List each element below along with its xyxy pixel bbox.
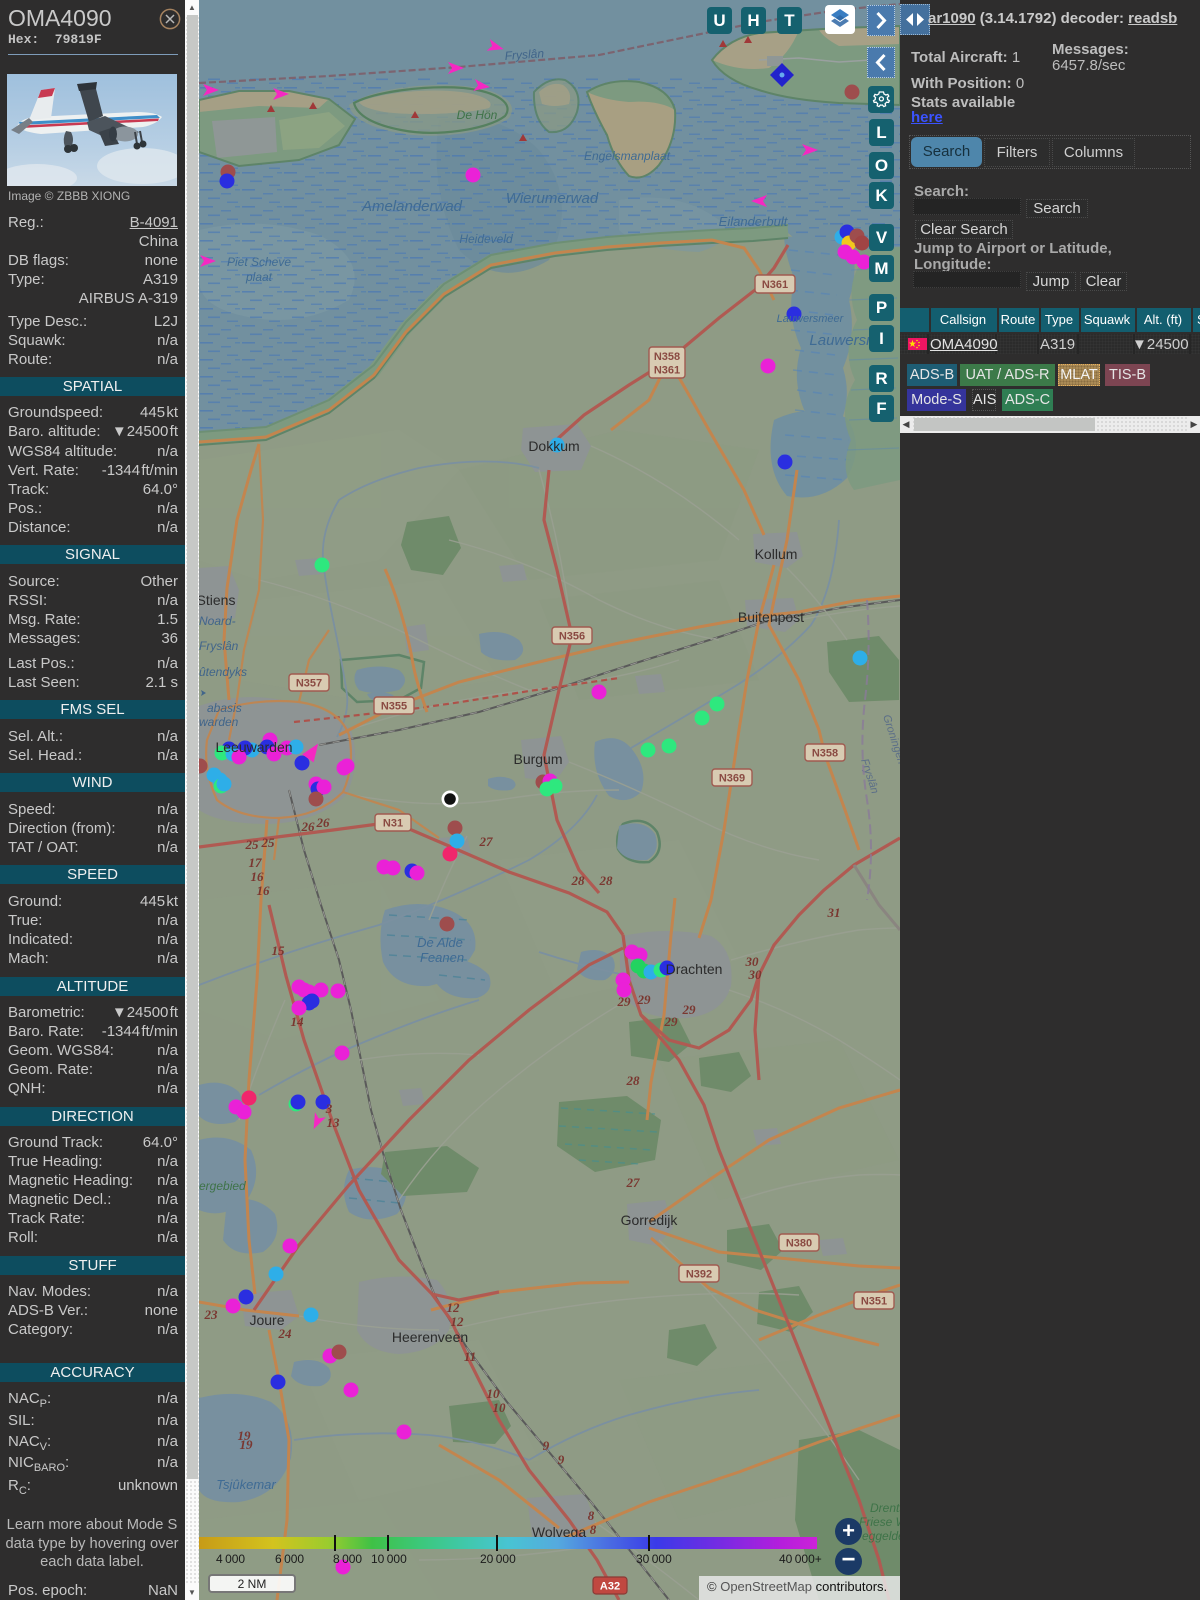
- svg-text:N358: N358: [812, 748, 838, 760]
- svg-text:Wierumerwad: Wierumerwad: [506, 190, 599, 207]
- svg-text:Buitenpost: Buitenpost: [738, 609, 804, 625]
- svg-text:plaat: plaat: [245, 270, 273, 284]
- svg-text:27: 27: [479, 834, 494, 849]
- svg-text:8: 8: [590, 1522, 597, 1537]
- svg-text:ûtendyks: ûtendyks: [199, 665, 247, 679]
- svg-text:16: 16: [251, 869, 265, 884]
- svg-text:12: 12: [447, 1300, 461, 1315]
- svg-text:Friese W: Friese W: [859, 1515, 900, 1529]
- svg-text:N357: N357: [296, 678, 322, 690]
- svg-text:warden: warden: [199, 715, 239, 729]
- svg-text:Engelsmanplaat: Engelsmanplaat: [584, 149, 671, 163]
- svg-text:28: 28: [599, 873, 614, 888]
- svg-text:Gorredijk: Gorredijk: [621, 1212, 679, 1228]
- svg-text:28: 28: [626, 1073, 641, 1088]
- svg-text:8: 8: [588, 1508, 595, 1523]
- svg-text:Lauwersmeer: Lauwersmeer: [777, 313, 845, 325]
- svg-text:Heideveld: Heideveld: [459, 232, 513, 246]
- svg-text:16: 16: [257, 883, 271, 898]
- svg-text:10: 10: [493, 1400, 507, 1415]
- svg-text:31: 31: [827, 905, 841, 920]
- svg-text:N361: N361: [762, 279, 788, 291]
- svg-text:Stiens: Stiens: [199, 592, 235, 608]
- svg-text:Drachten: Drachten: [666, 961, 723, 977]
- svg-text:Piet Scheve: Piet Scheve: [227, 255, 291, 269]
- svg-text:A32: A32: [600, 1581, 620, 1593]
- svg-text:Amelanderwad: Amelanderwad: [361, 198, 463, 215]
- svg-text:N380: N380: [786, 1238, 812, 1250]
- svg-text:Leeuwarden: Leeuwarden: [215, 739, 292, 755]
- svg-text:Burgum: Burgum: [513, 751, 562, 767]
- svg-text:29: 29: [637, 992, 652, 1007]
- svg-text:9: 9: [558, 1452, 565, 1467]
- svg-text:Kollum: Kollum: [755, 546, 798, 562]
- svg-text:11: 11: [464, 1349, 476, 1364]
- svg-text:Drents-: Drents-: [870, 1501, 900, 1515]
- svg-text:Heerenveen: Heerenveen: [392, 1329, 468, 1345]
- svg-text:De Alde: De Alde: [417, 935, 463, 950]
- svg-text:24: 24: [278, 1326, 293, 1341]
- svg-text:19: 19: [240, 1437, 254, 1452]
- svg-text:26: 26: [301, 819, 316, 834]
- svg-text:13: 13: [327, 1115, 341, 1130]
- svg-text:N392: N392: [686, 1269, 712, 1281]
- svg-text:N361: N361: [654, 365, 680, 377]
- svg-text:9: 9: [543, 1438, 550, 1453]
- svg-text:Noard-: Noard-: [199, 614, 236, 628]
- svg-text:15: 15: [272, 943, 286, 958]
- svg-text:eggelden: eggelden: [862, 1529, 900, 1543]
- svg-text:Tsjûkemar: Tsjûkemar: [216, 1477, 276, 1492]
- svg-text:Feanen: Feanen: [420, 950, 464, 965]
- svg-text:Fryslân: Fryslân: [504, 46, 545, 63]
- svg-text:17: 17: [249, 855, 263, 870]
- svg-text:abasis: abasis: [207, 701, 242, 715]
- svg-text:29: 29: [682, 1002, 697, 1017]
- svg-text:10: 10: [487, 1386, 501, 1401]
- svg-text:29: 29: [664, 1014, 679, 1029]
- svg-text:N358: N358: [654, 351, 680, 363]
- svg-text:ergebied: ergebied: [199, 1179, 246, 1193]
- svg-text:3: 3: [325, 1101, 333, 1116]
- svg-text:25: 25: [245, 837, 260, 852]
- svg-text:N355: N355: [381, 701, 407, 713]
- svg-text:N356: N356: [559, 631, 585, 643]
- svg-text:12: 12: [451, 1314, 465, 1329]
- svg-text:N369: N369: [719, 773, 745, 785]
- svg-text:N31: N31: [383, 818, 403, 830]
- svg-text:29: 29: [617, 994, 632, 1009]
- svg-text:23: 23: [204, 1307, 219, 1322]
- svg-text:Fryslân: Fryslân: [199, 639, 239, 653]
- svg-text:25: 25: [261, 835, 276, 850]
- svg-text:26: 26: [316, 815, 331, 830]
- svg-text:28: 28: [571, 873, 586, 888]
- svg-text:N351: N351: [861, 1296, 887, 1308]
- svg-text:De Hön: De Hön: [457, 108, 498, 122]
- svg-text:30: 30: [748, 967, 763, 982]
- svg-text:14: 14: [291, 1014, 305, 1029]
- svg-text:Dokkum: Dokkum: [528, 438, 579, 454]
- svg-text:Eilanderbult: Eilanderbult: [719, 214, 789, 229]
- svg-text:27: 27: [626, 1175, 641, 1190]
